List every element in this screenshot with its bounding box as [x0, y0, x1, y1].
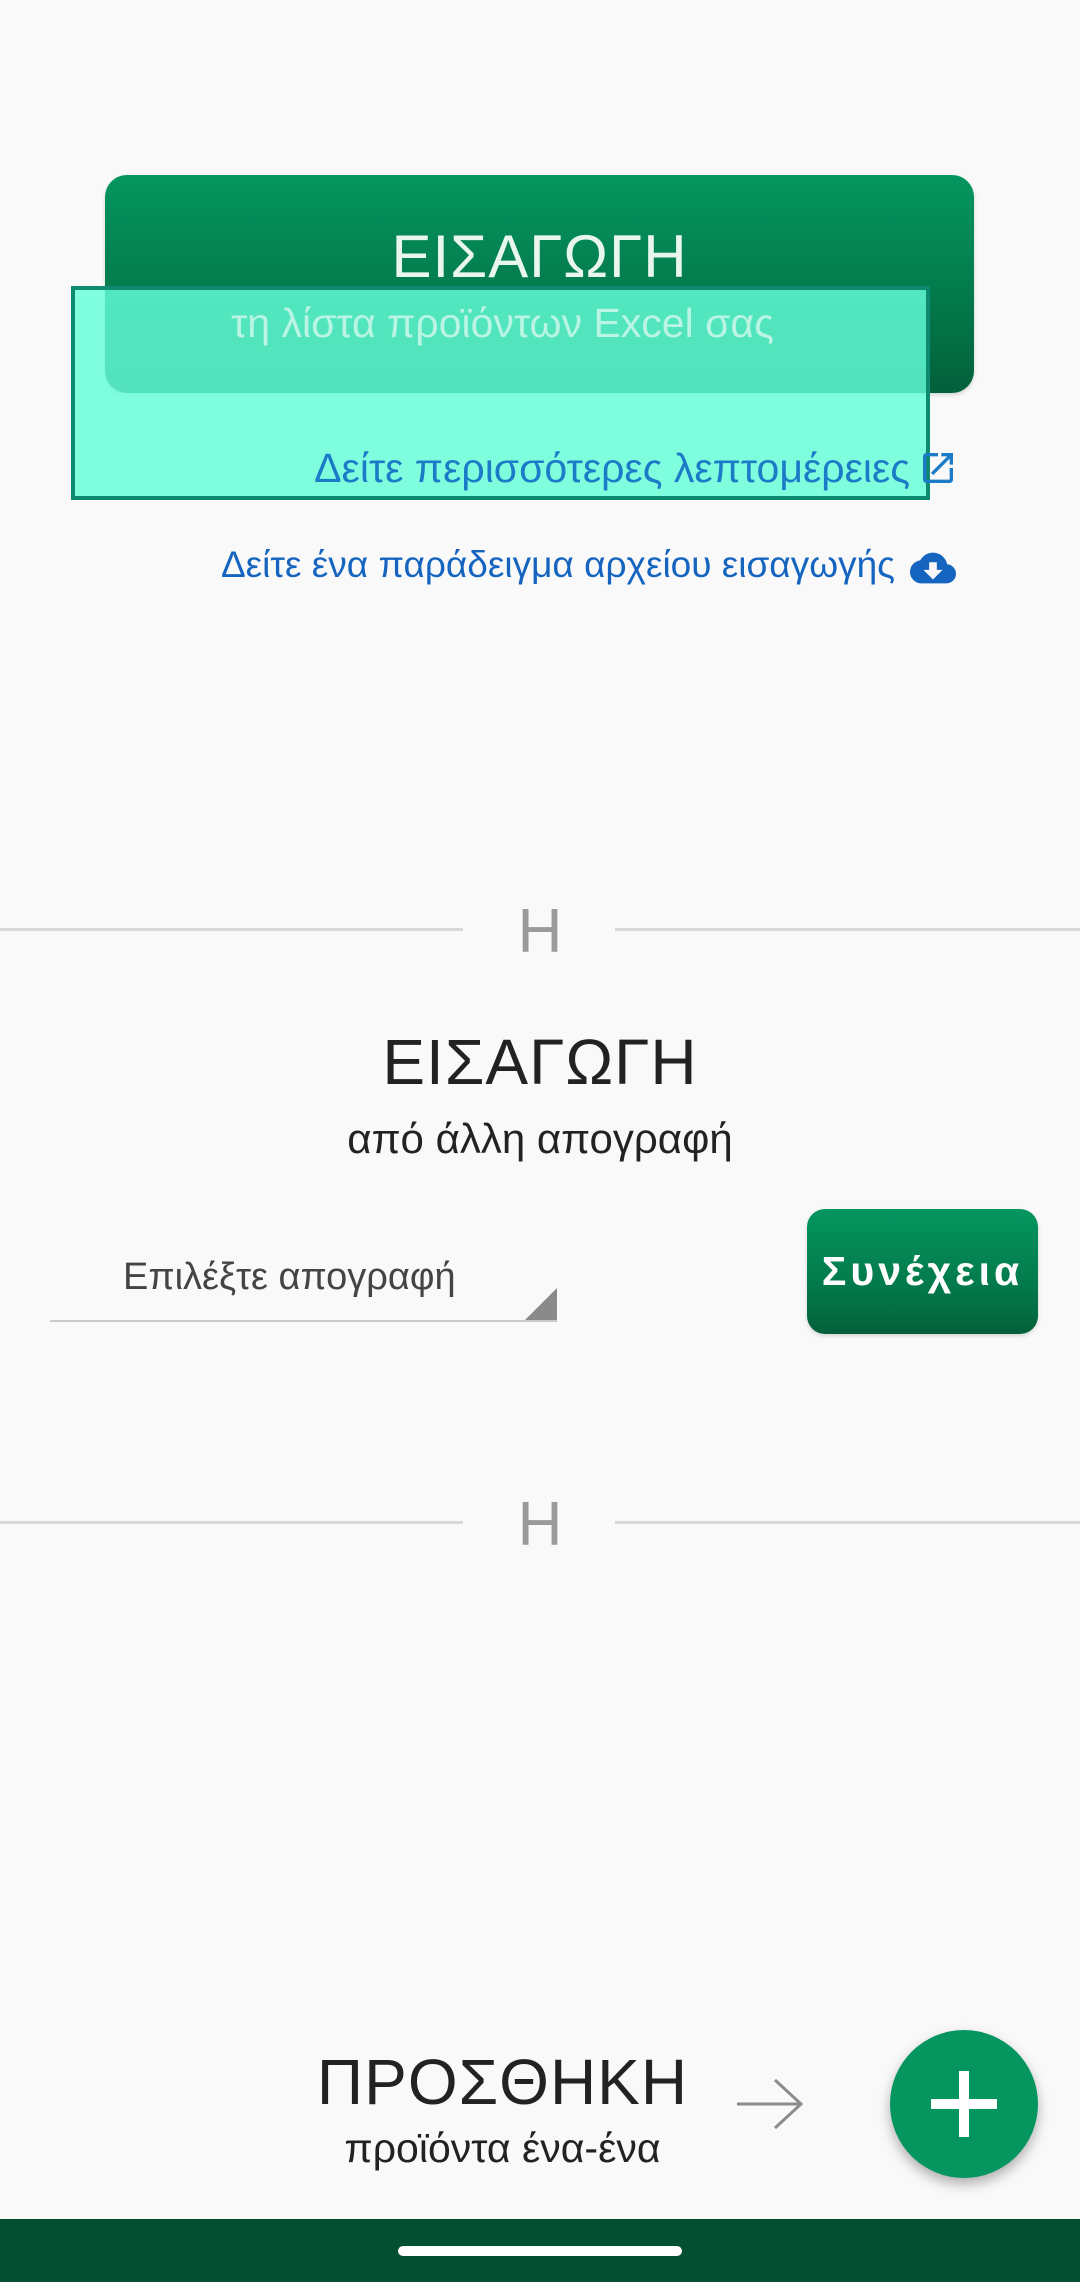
external-link-icon[interactable]: [918, 448, 958, 488]
import-excel-title: ΕΙΣΑΓΩΓΗ: [391, 223, 688, 290]
import-inventory-subtitle: από άλλη απογραφή: [347, 1115, 733, 1162]
add-products-subtitle: προϊόντα ένα-ένα: [344, 2125, 661, 2171]
inventory-select[interactable]: Επιλέξτε απογραφή: [50, 1235, 557, 1322]
divider-or-label: Η: [517, 897, 563, 966]
divider-left: [0, 1521, 463, 1524]
divider-or-label: Η: [517, 1490, 563, 1559]
divider-right: [615, 928, 1080, 931]
sample-file-link[interactable]: Δείτε ένα παράδειγμα αρχείου εισαγωγής: [100, 544, 895, 586]
plus-icon: [931, 2071, 997, 2137]
cloud-download-icon[interactable]: [910, 545, 956, 591]
divider-right: [615, 1521, 1080, 1524]
import-inventory-title: ΕΙΣΑΓΩΓΗ: [382, 1026, 698, 1098]
continue-button[interactable]: Συνέχεια: [807, 1209, 1038, 1334]
add-products-title: ΠΡΟΣΘΗΚΗ: [316, 2046, 689, 2118]
import-excel-subtitle: τη λίστα προϊόντων Excel σας: [231, 300, 774, 346]
dropdown-corner-icon: [525, 1288, 557, 1320]
gesture-handle[interactable]: [398, 2246, 682, 2256]
add-product-fab[interactable]: [890, 2030, 1038, 2178]
inventory-select-value: Επιλέξτε απογραφή: [123, 1256, 456, 1298]
arrow-right-icon: [735, 2072, 805, 2132]
more-details-link[interactable]: Δείτε περισσότερες λεπτομέρειες: [120, 445, 910, 492]
divider-left: [0, 928, 463, 931]
